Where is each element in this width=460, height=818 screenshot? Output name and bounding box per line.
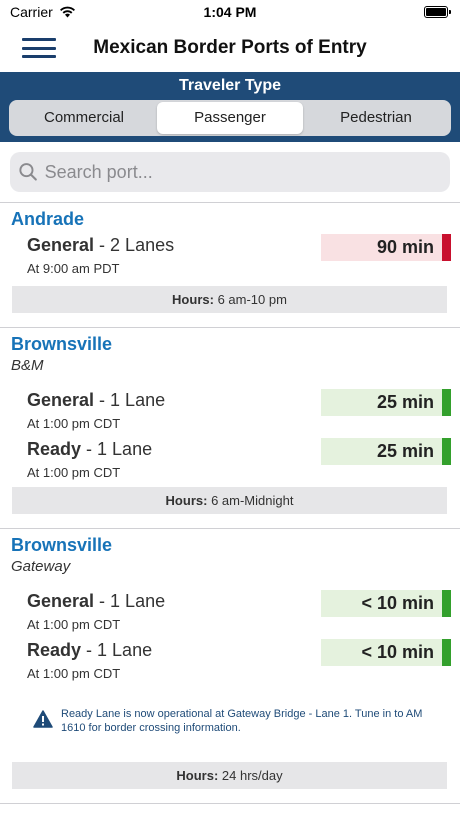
lane-row: General - 1 Lane At 1:00 pm CDT < 10 min (11, 587, 451, 636)
divider (0, 803, 460, 804)
lane-info: General - 1 Lane At 1:00 pm CDT (27, 587, 165, 635)
status-indicator (442, 438, 451, 465)
segment-pedestrian[interactable]: Pedestrian (303, 102, 449, 134)
hours-label: Hours: (165, 493, 208, 508)
wait-time-value: < 10 min (361, 593, 434, 613)
traveler-type-segmented-control: Commercial Passenger Pedestrian (9, 100, 451, 136)
lane-type: General (27, 390, 95, 410)
lane-row: General - 2 Lanes At 9:00 am PDT 90 min (11, 231, 451, 280)
lane-label: General - 1 Lane (27, 591, 166, 611)
port-card-brownsville-bm[interactable]: Brownsville B&M General - 1 Lane At 1:00… (0, 328, 460, 514)
hours-value: 6 am-Midnight (211, 493, 294, 508)
lane-label: General - 2 Lanes (27, 235, 175, 255)
hours-bar: Hours: 24 hrs/day (12, 762, 447, 789)
notice-text: Ready Lane is now operational at Gateway… (61, 708, 423, 734)
lane-count: 1 Lane (110, 591, 166, 611)
search-container (0, 142, 460, 202)
lane-count: 1 Lane (97, 640, 153, 660)
status-indicator (442, 234, 451, 261)
port-crossing-name: B&M (11, 357, 44, 374)
lane-update-time: At 9:00 am PDT (27, 261, 120, 276)
wait-time-value: 25 min (376, 441, 434, 461)
lane-update-time: At 1:00 pm CDT (27, 416, 121, 431)
lane-info: General - 2 Lanes At 9:00 am PDT (27, 231, 174, 279)
lane-update-time: At 1:00 pm CDT (27, 465, 121, 480)
wait-time-value: 90 min (376, 237, 434, 257)
port-name: Andrade (11, 209, 85, 229)
lane-update-time: At 1:00 pm CDT (27, 666, 121, 681)
lane-row: General - 1 Lane At 1:00 pm CDT 25 min (11, 386, 451, 435)
status-indicator (442, 639, 451, 666)
status-time: 1:04 PM (203, 4, 257, 20)
lane-count: 1 Lane (97, 439, 153, 459)
wait-time-value: < 10 min (361, 642, 434, 662)
lane-label: Ready - 1 Lane (27, 439, 153, 459)
port-notice: Ready Lane is now operational at Gateway… (21, 705, 448, 735)
wait-time-badge: 90 min (321, 234, 451, 261)
lane-type: Ready (27, 439, 82, 459)
status-indicator (442, 389, 451, 416)
wait-time-badge: < 10 min (321, 590, 451, 617)
lane-info: Ready - 1 Lane At 1:00 pm CDT (27, 435, 152, 483)
hours-bar: Hours: 6 am-Midnight (12, 487, 447, 514)
port-name: Brownsville (11, 535, 113, 555)
traveler-type-title: Traveler Type (179, 77, 281, 94)
traveler-type-panel: Traveler Type Commercial Passenger Pedes… (0, 72, 460, 142)
lane-type: General (27, 591, 95, 611)
port-card-brownsville-gateway[interactable]: Brownsville Gateway General - 1 Lane At … (0, 529, 460, 789)
nav-bar: Mexican Border Ports of Entry (0, 24, 460, 72)
lane-row: Ready - 1 Lane At 1:00 pm CDT < 10 min (11, 636, 451, 685)
wait-time-badge: < 10 min (321, 639, 451, 666)
lane-info: General - 1 Lane At 1:00 pm CDT (27, 386, 165, 434)
lane-update-time: At 1:00 pm CDT (27, 617, 121, 632)
lane-count: 2 Lanes (110, 235, 175, 255)
wait-time-badge: 25 min (321, 438, 451, 465)
lane-label: General - 1 Lane (27, 390, 166, 410)
lane-type: Ready (27, 640, 82, 660)
wait-time-badge: 25 min (321, 389, 451, 416)
port-name: Brownsville (11, 334, 113, 354)
hours-value: 24 hrs/day (221, 768, 283, 783)
page-title: Mexican Border Ports of Entry (93, 37, 367, 58)
lane-type: General (27, 235, 95, 255)
hours-label: Hours: (176, 768, 219, 783)
segment-passenger[interactable]: Passenger (157, 102, 303, 134)
status-indicator (442, 590, 451, 617)
battery-icon (424, 6, 451, 18)
hours-value: 6 am-10 pm (217, 292, 287, 307)
port-card-andrade[interactable]: Andrade General - 2 Lanes At 9:00 am PDT… (0, 203, 460, 313)
menu-icon[interactable] (22, 38, 56, 58)
status-bar: Carrier 1:04 PM (0, 0, 460, 24)
port-crossing-name: Gateway (11, 558, 71, 575)
search-bar (10, 152, 450, 192)
lane-row: Ready - 1 Lane At 1:00 pm CDT 25 min (11, 435, 451, 484)
hours-label: Hours: (172, 292, 214, 307)
lane-info: Ready - 1 Lane At 1:00 pm CDT (27, 636, 152, 684)
segment-commercial[interactable]: Commercial (11, 102, 157, 134)
lane-label: Ready - 1 Lane (27, 640, 153, 660)
wait-time-value: 25 min (376, 392, 434, 412)
warning-icon (33, 710, 53, 728)
search-input[interactable] (44, 161, 450, 183)
search-icon (19, 163, 37, 181)
hours-bar: Hours: 6 am-10 pm (12, 286, 447, 313)
lane-count: 1 Lane (110, 390, 166, 410)
